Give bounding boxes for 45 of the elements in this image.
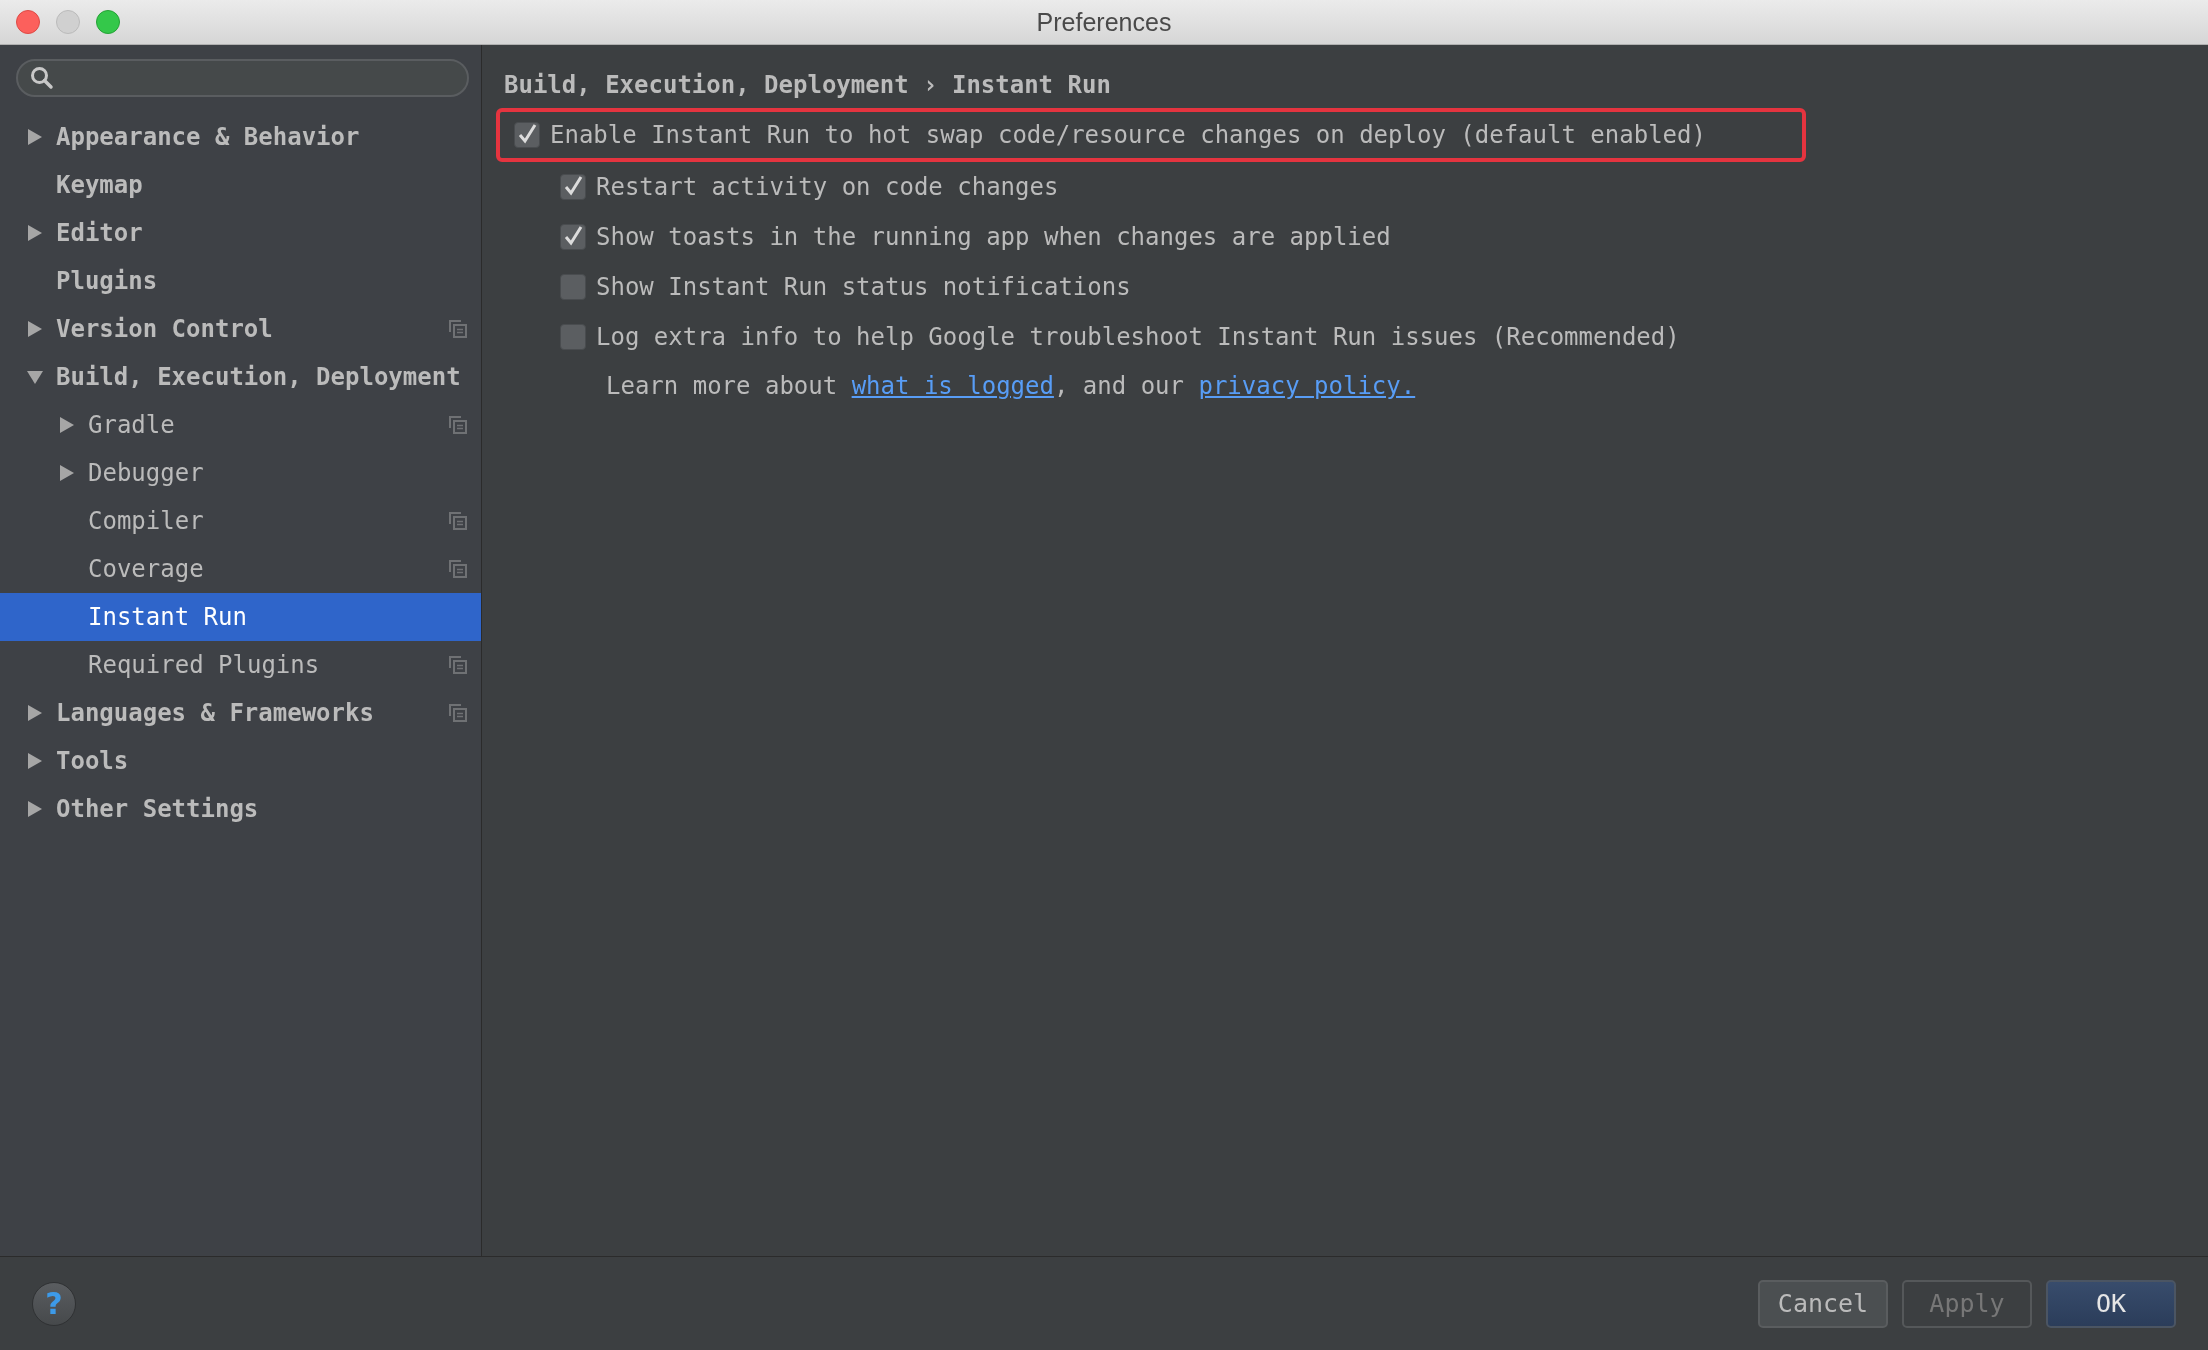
- collapsed-arrow-icon[interactable]: [27, 225, 43, 241]
- collapsed-arrow-icon[interactable]: [27, 705, 43, 721]
- checkbox[interactable]: [560, 224, 586, 250]
- tree-item[interactable]: Required Plugins: [0, 641, 481, 689]
- search-field[interactable]: [16, 59, 469, 97]
- dialog-button[interactable]: OK: [2046, 1279, 2176, 1328]
- checkbox-label: Log extra info to help Google troubleshoot Instant Run issues (Recommended): [596, 323, 1680, 351]
- close-button[interactable]: [16, 10, 40, 34]
- collapsed-arrow-icon[interactable]: [27, 129, 43, 145]
- checkbox-label: Enable Instant Run to hot swap code/resource changes on deploy (default enabled): [550, 121, 1706, 149]
- checkbox-label: Show toasts in the running app when changes are applied: [596, 223, 1391, 251]
- link[interactable]: what is logged: [851, 372, 1054, 400]
- tree-item[interactable]: Compiler: [0, 497, 481, 545]
- checkbox-label: Show Instant Run status notifications: [596, 273, 1131, 301]
- checkbox[interactable]: [560, 174, 586, 200]
- collapsed-arrow-icon[interactable]: [27, 753, 43, 769]
- search-icon: [30, 66, 54, 90]
- tree-item[interactable]: Keymap: [0, 161, 481, 209]
- tree-item[interactable]: Editor: [0, 209, 481, 257]
- collapsed-arrow-icon[interactable]: [27, 321, 43, 337]
- link[interactable]: privacy policy.: [1198, 372, 1416, 400]
- tree-item[interactable]: Version Control: [0, 305, 481, 353]
- tree-item[interactable]: Instant Run: [0, 593, 481, 641]
- breadcrumb: Build, Execution, Deployment › Instant Run: [504, 70, 1112, 101]
- window-title: Preferences: [1036, 7, 1172, 36]
- tree-item[interactable]: Other Settings: [0, 785, 481, 833]
- tree-item[interactable]: Languages & Frameworks: [0, 689, 481, 737]
- tree-item[interactable]: Debugger: [0, 449, 481, 497]
- tree-item[interactable]: Tools: [0, 737, 481, 785]
- collapsed-arrow-icon[interactable]: [27, 801, 43, 817]
- tree-item[interactable]: Gradle: [0, 401, 481, 449]
- tree-item[interactable]: Plugins: [0, 257, 481, 305]
- tree-item[interactable]: Coverage: [0, 545, 481, 593]
- checkbox[interactable]: [560, 324, 586, 350]
- zoom-button[interactable]: [96, 10, 120, 34]
- info-text: Learn more about what is logged, and our privacy policy.: [606, 372, 1417, 400]
- collapsed-arrow-icon[interactable]: [59, 465, 75, 481]
- dialog-button[interactable]: Cancel: [1758, 1279, 1888, 1328]
- expanded-arrow-icon[interactable]: [27, 369, 43, 385]
- checkbox[interactable]: [514, 122, 540, 148]
- checkbox-label: Restart activity on code changes: [596, 173, 1059, 201]
- collapsed-arrow-icon[interactable]: [59, 417, 75, 433]
- tree-item[interactable]: Build, Execution, Deployment: [0, 353, 481, 401]
- checkbox[interactable]: [560, 274, 586, 300]
- tree-item[interactable]: Appearance & Behavior: [0, 113, 481, 161]
